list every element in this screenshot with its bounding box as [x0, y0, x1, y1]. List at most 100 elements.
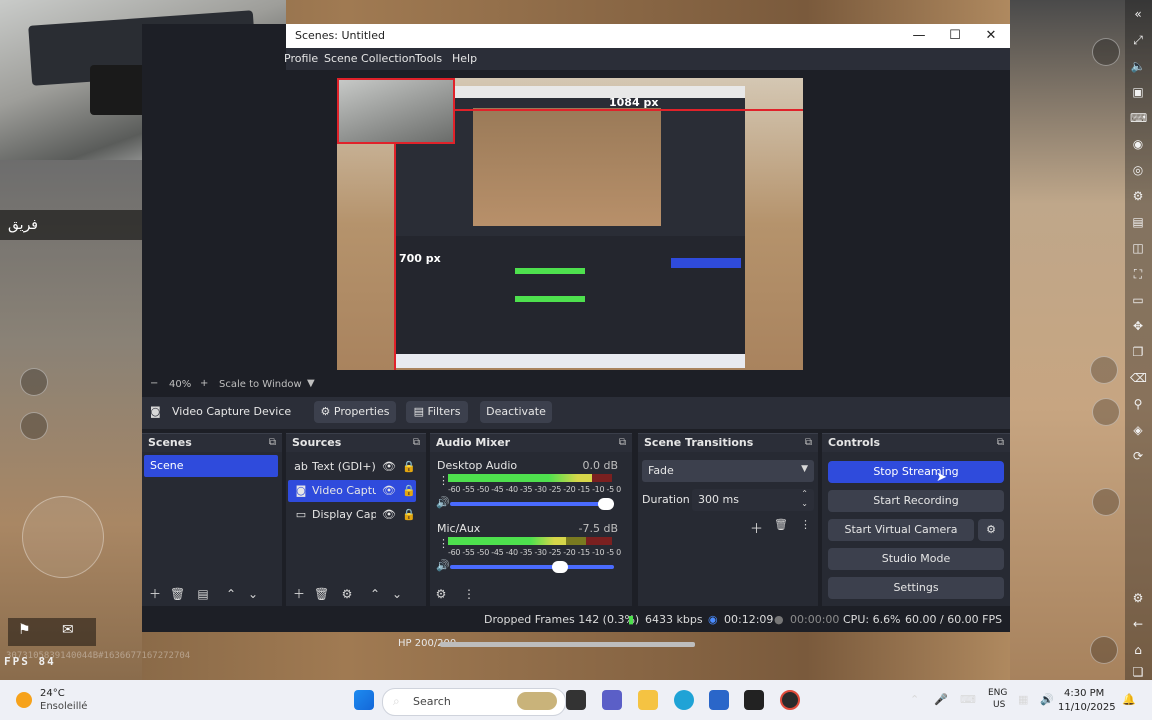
chevron-down-icon[interactable]: ⌄: [390, 587, 404, 601]
menu-scene-collection[interactable]: Scene Collection: [324, 52, 415, 65]
popout-icon[interactable]: ⧉: [413, 434, 420, 452]
weather-icon[interactable]: [16, 692, 32, 708]
notification-bell-icon[interactable]: 🔔: [1122, 693, 1136, 706]
search-input[interactable]: ⌕ Search: [382, 688, 566, 716]
gear-icon[interactable]: ⚙: [434, 587, 448, 601]
game-camera-icon[interactable]: [20, 412, 48, 440]
game-jump-icon[interactable]: [1092, 398, 1120, 426]
popout-icon[interactable]: ⧉: [997, 434, 1004, 452]
language-code[interactable]: ENG: [988, 688, 1007, 698]
chevron-down-icon[interactable]: ⌄: [246, 587, 260, 601]
trash-icon[interactable]: 🗑: [774, 518, 788, 531]
game-run-icon[interactable]: [1090, 356, 1118, 384]
fullscreen-icon[interactable]: ⤢: [1130, 32, 1146, 48]
flag-icon[interactable]: ⚑: [18, 622, 31, 638]
recent-apps-icon[interactable]: ❏: [1130, 664, 1146, 680]
sync-icon[interactable]: ⟳: [1130, 448, 1146, 464]
lock-icon[interactable]: 🔒: [402, 456, 416, 478]
speaker-icon[interactable]: 🔊: [436, 559, 450, 572]
home-icon[interactable]: ⌂: [1130, 642, 1146, 658]
eye-icon[interactable]: 👁: [382, 456, 396, 478]
game-weapon-icon[interactable]: [1092, 488, 1120, 516]
shake-icon[interactable]: ✥: [1130, 318, 1146, 334]
add-icon[interactable]: ＋: [148, 587, 162, 601]
scale-mode[interactable]: Scale to Window: [219, 379, 302, 390]
game-pickup-icon[interactable]: [20, 368, 48, 396]
filter-icon[interactable]: ▤: [196, 587, 210, 601]
source-row-selected[interactable]: ◙ Video Capture Device 👁 🔒: [288, 480, 416, 502]
volume-icon[interactable]: 🔊: [1040, 693, 1054, 706]
chevron-up-icon[interactable]: ⌃: [224, 587, 238, 601]
add-icon[interactable]: ＋: [292, 587, 306, 601]
microphone-icon[interactable]: 🎤: [934, 693, 948, 706]
keyboard-icon[interactable]: ⌨: [1130, 110, 1147, 126]
volume-slider[interactable]: [450, 561, 614, 573]
program-preview[interactable]: 1084 px 700 px: [337, 78, 803, 370]
virtual-camera-settings-button[interactable]: ⚙: [978, 519, 1004, 541]
eye-icon[interactable]: 👁: [382, 480, 396, 502]
zoom-in-button[interactable]: +: [200, 378, 208, 389]
joystick[interactable]: [22, 496, 104, 578]
edge-icon[interactable]: [674, 690, 694, 710]
location-icon[interactable]: ⚲: [1130, 396, 1146, 412]
keyboard-icon[interactable]: ⌨: [960, 693, 976, 706]
volume-icon[interactable]: 🔈: [1130, 58, 1146, 74]
speaker-icon[interactable]: 🔊: [436, 496, 450, 509]
gear-icon[interactable]: ⚙: [340, 587, 354, 601]
chevron-up-icon[interactable]: ⌃: [801, 489, 808, 498]
back-icon[interactable]: ←: [1130, 616, 1146, 632]
target-icon[interactable]: ◎: [1130, 162, 1146, 178]
deactivate-button[interactable]: Deactivate: [480, 401, 552, 423]
chat-buttons[interactable]: ⚑ ✉: [8, 618, 96, 646]
studio-mode-button[interactable]: Studio Mode: [828, 548, 1004, 570]
menu-tools[interactable]: Tools: [415, 52, 442, 65]
trash-icon[interactable]: 🗑: [170, 587, 185, 601]
stop-streaming-button[interactable]: Stop Streaming: [828, 461, 1004, 483]
store-icon[interactable]: [709, 690, 729, 710]
chevron-up-icon[interactable]: ⌃: [910, 693, 919, 706]
chevron-down-icon[interactable]: ⌄: [801, 499, 808, 508]
folder-icon[interactable]: ▭: [1130, 292, 1146, 308]
keymap-icon[interactable]: ▣: [1130, 84, 1146, 100]
expand-icon[interactable]: «: [1130, 6, 1146, 22]
eraser-icon[interactable]: ⌫: [1130, 370, 1147, 386]
menu-profile[interactable]: Profile: [284, 52, 318, 65]
chevron-down-icon[interactable]: ▼: [307, 378, 315, 389]
screenshot-icon[interactable]: ◫: [1130, 240, 1146, 256]
popout-icon[interactable]: ⧉: [269, 434, 276, 452]
copy-icon[interactable]: ❐: [1130, 344, 1146, 360]
trash-icon[interactable]: 🗑: [314, 587, 329, 601]
popout-icon[interactable]: ⧉: [619, 434, 626, 452]
teams-icon[interactable]: [602, 690, 622, 710]
maximize-icon[interactable]: ☐: [937, 27, 973, 45]
minimize-icon[interactable]: —: [901, 27, 937, 45]
region-code[interactable]: US: [993, 700, 1005, 710]
clock-date[interactable]: 11/10/2025: [1058, 702, 1116, 713]
obs-icon[interactable]: [780, 690, 800, 710]
settings-icon[interactable]: ⚙: [1130, 590, 1146, 606]
apk-icon[interactable]: ▤: [1130, 214, 1146, 230]
properties-button[interactable]: ⚙ Properties: [314, 401, 396, 423]
volume-handle[interactable]: [598, 498, 614, 510]
add-icon[interactable]: ＋: [750, 518, 763, 537]
settings-button[interactable]: Settings: [828, 577, 1004, 599]
kebab-icon[interactable]: ⋮: [462, 587, 476, 601]
popout-icon[interactable]: ⧉: [805, 434, 812, 452]
weather-temp[interactable]: 24°C: [40, 688, 65, 699]
file-explorer-icon[interactable]: [638, 690, 658, 710]
selection-box[interactable]: [337, 78, 455, 144]
volume-slider[interactable]: [450, 498, 614, 510]
start-recording-button[interactable]: Start Recording: [828, 490, 1004, 512]
eye-icon[interactable]: 👁: [382, 504, 396, 526]
scene-item[interactable]: Scene: [144, 455, 278, 477]
crop-icon[interactable]: ⛶: [1130, 266, 1146, 282]
close-icon[interactable]: ✕: [973, 27, 1009, 45]
game-crouch-icon[interactable]: [1090, 636, 1118, 664]
transition-select[interactable]: Fade ▼: [642, 460, 814, 482]
zoom-out-button[interactable]: −: [150, 378, 158, 389]
start-virtual-camera-button[interactable]: Start Virtual Camera: [828, 519, 974, 541]
weather-desc[interactable]: Ensoleillé: [40, 701, 87, 712]
duration-input[interactable]: 300 ms ⌃ ⌄: [692, 489, 814, 511]
chevron-up-icon[interactable]: ⌃: [368, 587, 382, 601]
gamepad-icon[interactable]: ◉: [1130, 136, 1146, 152]
